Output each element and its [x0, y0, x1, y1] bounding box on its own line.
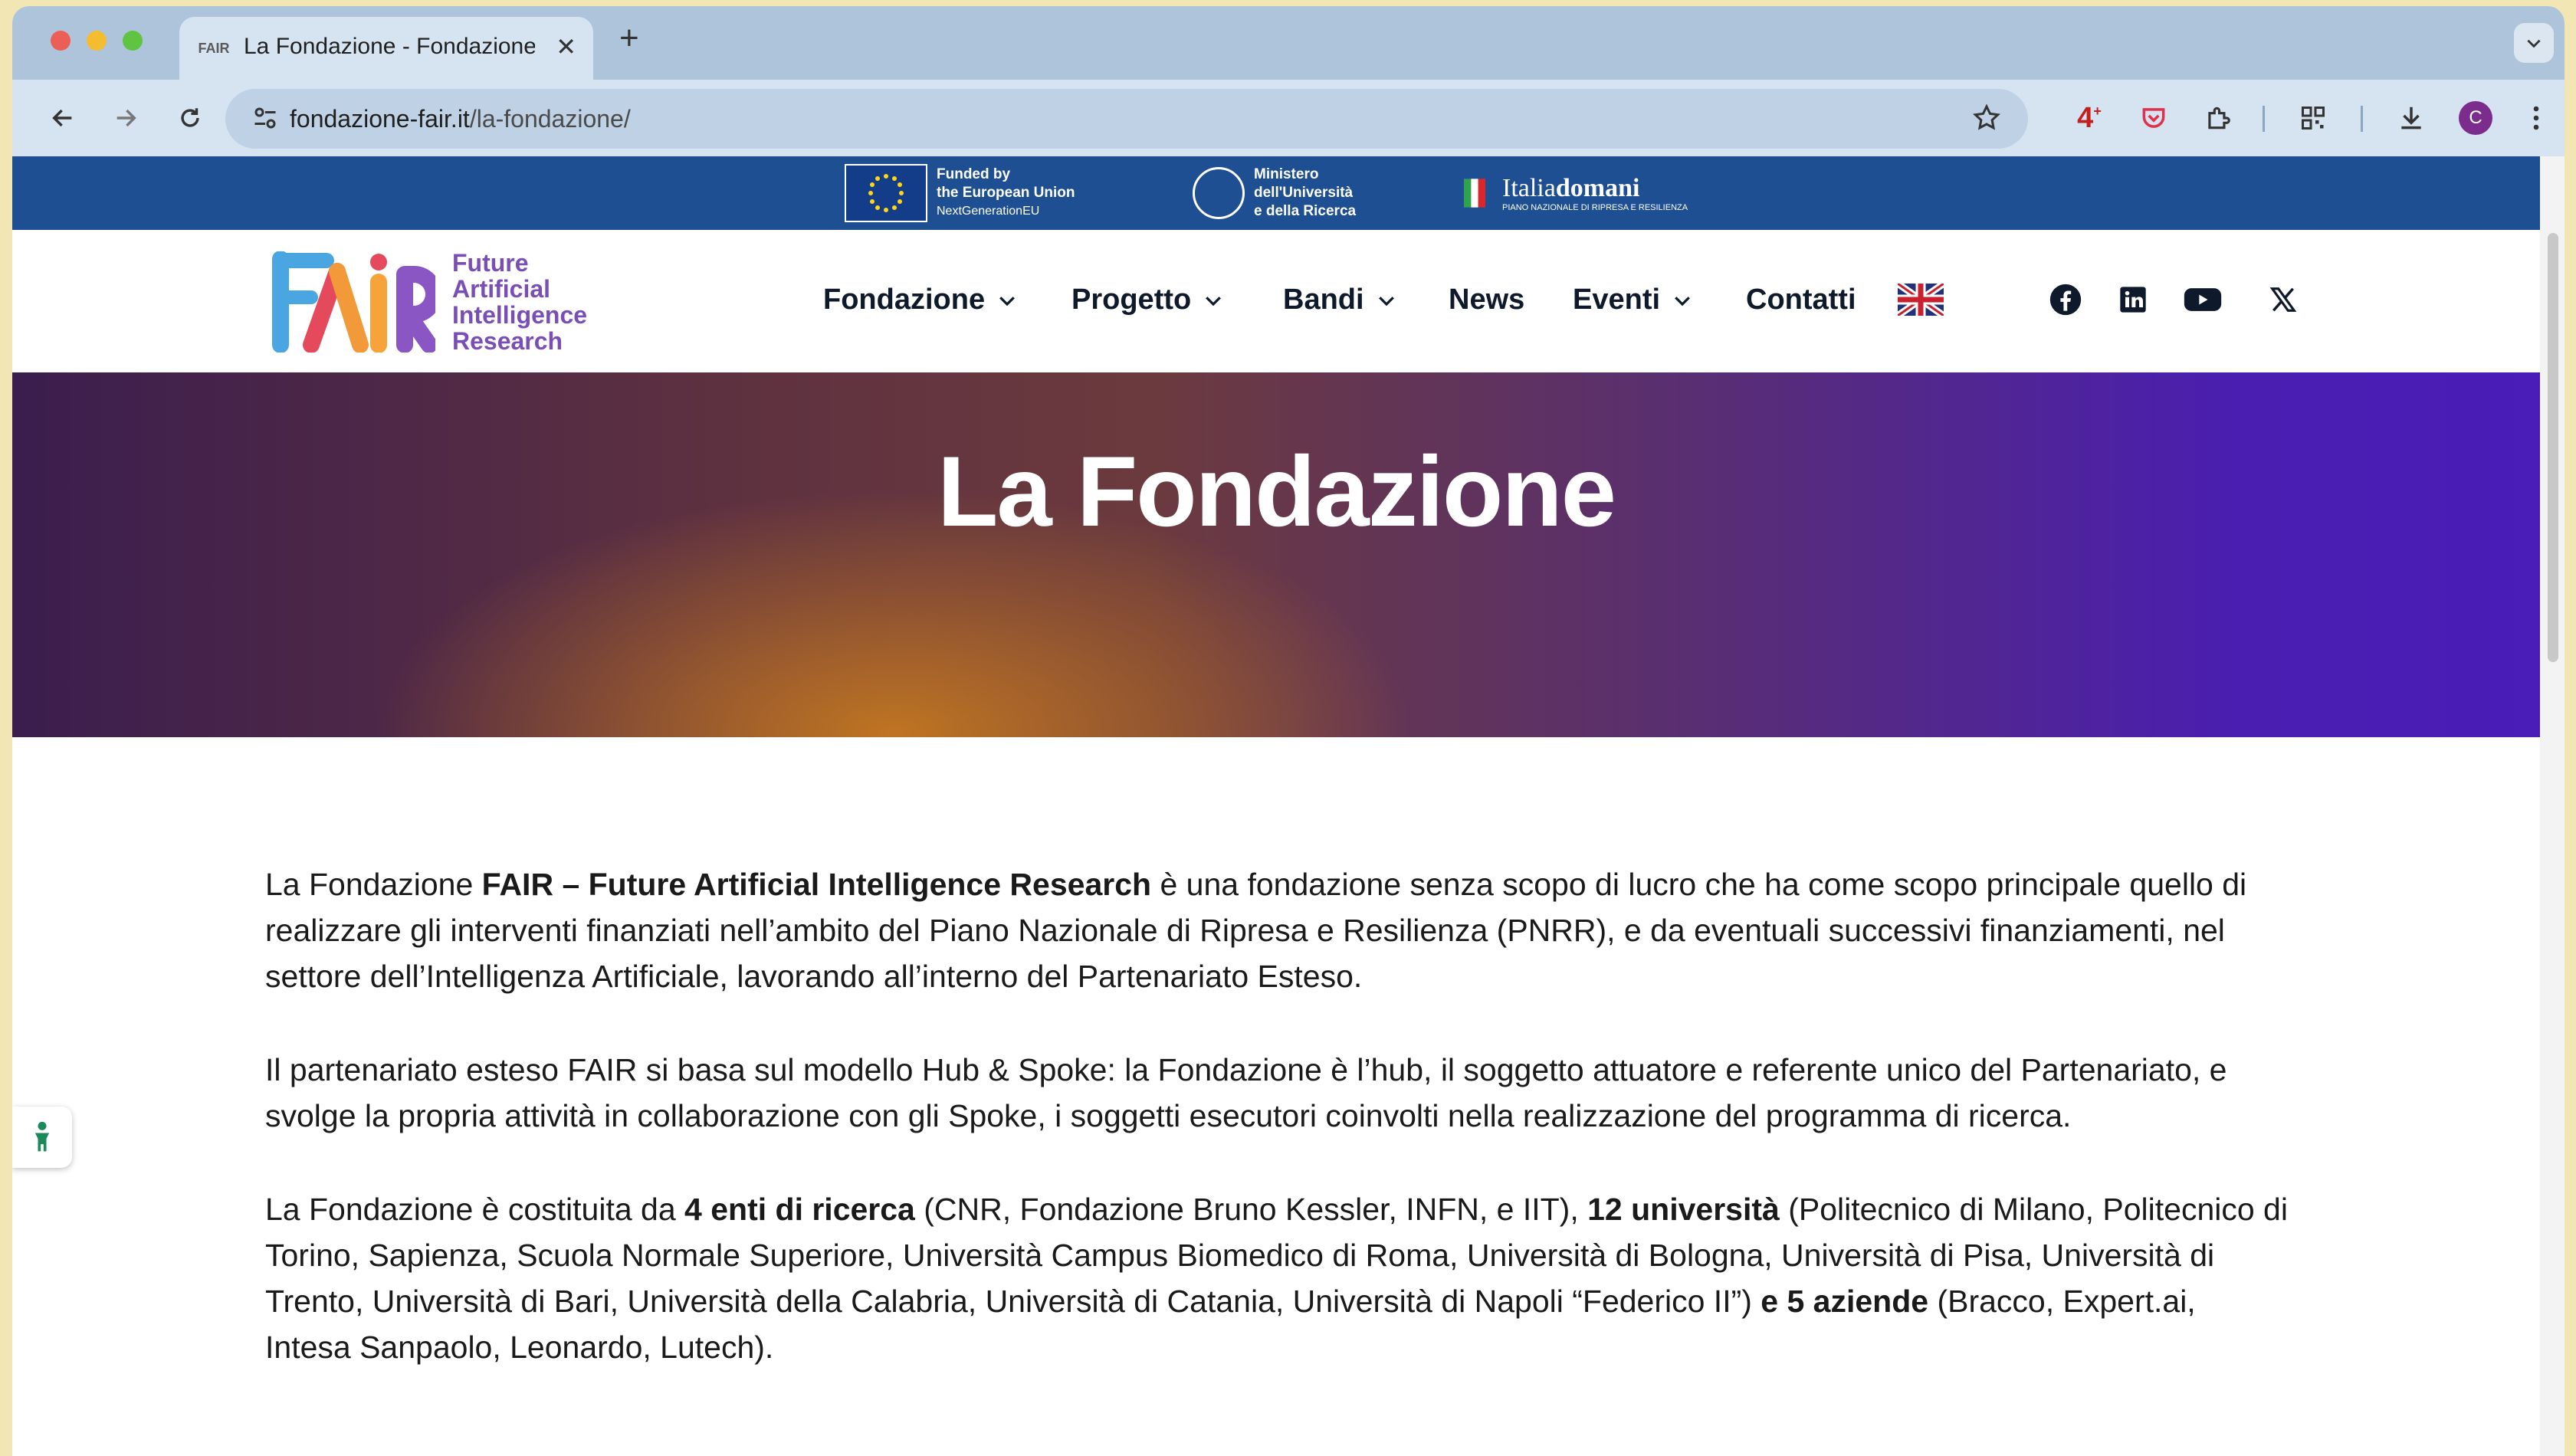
nav-item-label: Eventi — [1573, 284, 1661, 316]
logo-text-line: Research — [452, 327, 563, 355]
mur-text-line: dell'Università — [1254, 185, 1354, 201]
scrollbar-thumb[interactable] — [2548, 233, 2558, 662]
nav-item-label: News — [1449, 284, 1525, 316]
minimize-window-button[interactable] — [87, 31, 107, 51]
text-bold: 4 enti di ricerca — [684, 1192, 915, 1227]
tab-search-button[interactable] — [2514, 23, 2554, 63]
nav-item-progetto[interactable]: Progetto — [1071, 284, 1225, 316]
reload-button[interactable] — [172, 100, 208, 136]
linkedin-icon[interactable] — [2115, 282, 2151, 317]
fair-logo-mark-icon — [265, 251, 442, 353]
english-language-flag-icon[interactable] — [1895, 280, 1946, 319]
fair-logo[interactable]: Future Artificial Intelligence Research — [265, 250, 587, 354]
chevron-down-icon — [1378, 296, 1394, 306]
x-twitter-icon[interactable] — [2266, 282, 2301, 317]
back-button[interactable] — [44, 100, 81, 136]
new-tab-button[interactable]: + — [619, 21, 639, 55]
reload-icon — [181, 108, 199, 127]
forward-button[interactable] — [107, 100, 144, 136]
close-tab-icon[interactable]: ✕ — [556, 32, 576, 61]
text-span: La Fondazione — [265, 867, 482, 902]
page-viewport: Funded by the European Union NextGenerat… — [12, 156, 2540, 1456]
avatar: C — [2459, 101, 2492, 135]
italia-name: Italia — [1502, 174, 1556, 202]
nav-item-label: Contatti — [1746, 284, 1856, 316]
browser-window: FAIR La Fondazione - Fondazione F ✕ + fo… — [12, 6, 2565, 1456]
nav-item-label: Bandi — [1283, 284, 1364, 316]
download-icon[interactable] — [2394, 100, 2428, 136]
eu-flag-icon — [845, 164, 927, 222]
tab-title: La Fondazione - Fondazione F — [244, 34, 535, 59]
site-info-icon[interactable] — [251, 104, 279, 136]
youtube-icon[interactable] — [2181, 282, 2224, 317]
maximize-window-button[interactable] — [123, 31, 143, 51]
nav-item-label: Fondazione — [823, 284, 986, 316]
paragraph-hub-spoke: Il partenariato esteso FAIR si basa sul … — [265, 1052, 2227, 1133]
nav-item-label: Progetto — [1071, 284, 1192, 316]
browser-tab[interactable]: FAIR La Fondazione - Fondazione F ✕ — [179, 17, 593, 80]
chevron-down-icon — [999, 296, 1016, 306]
pocket-icon[interactable] — [2137, 100, 2171, 136]
extension-badge-icon[interactable]: 4 + — [2072, 100, 2106, 136]
toolbar-divider — [2361, 106, 2363, 132]
text-bold: 12 università — [1587, 1192, 1780, 1227]
main-content: La Fondazione FAIR – Future Artificial I… — [265, 861, 2289, 1418]
mur-logo[interactable]: Ministero dell'Università e della Ricerc… — [1193, 164, 1356, 222]
close-window-button[interactable] — [51, 31, 71, 51]
text-bold: FAIR – Future Artificial Intelligence Re… — [481, 867, 1152, 902]
accessibility-icon — [34, 1121, 50, 1152]
address-bar[interactable]: fondazione-fair.it/la-fondazione/ — [225, 89, 2028, 149]
extensions-puzzle-icon[interactable] — [2201, 100, 2235, 136]
profile-avatar-button[interactable]: C — [2459, 100, 2492, 136]
italia-flag-icon — [1464, 179, 1485, 208]
url-domain: fondazione-fair.it — [290, 105, 470, 133]
url-text[interactable]: fondazione-fair.it/la-fondazione/ — [290, 105, 631, 133]
text-bold: e 5 aziende — [1761, 1284, 1929, 1319]
logo-text-line: Future — [452, 249, 529, 277]
arrow-right-icon — [116, 109, 136, 127]
nav-item-bandi[interactable]: Bandi — [1283, 284, 1398, 316]
eu-text-line: the European Union — [937, 185, 1075, 201]
funding-banner: Funded by the European Union NextGenerat… — [12, 156, 2540, 230]
browser-menu-icon[interactable] — [2525, 100, 2548, 136]
eu-text-line: NextGenerationEU — [937, 205, 1040, 218]
site-header: Future Artificial Intelligence Research … — [12, 230, 2540, 372]
chevron-down-icon — [2527, 39, 2541, 48]
bookmark-star-icon[interactable] — [1971, 103, 2002, 137]
nav-item-eventi[interactable]: Eventi — [1573, 284, 1694, 316]
arrow-left-icon — [52, 109, 72, 127]
toolbar-divider — [2263, 106, 2265, 132]
nav-item-contatti[interactable]: Contatti — [1746, 284, 1856, 316]
paragraph-intro: La Fondazione FAIR – Future Artificial I… — [265, 861, 2289, 999]
facebook-icon[interactable] — [2048, 282, 2083, 317]
nav-item-news[interactable]: News — [1449, 284, 1524, 316]
logo-text-line: Intelligence — [452, 301, 588, 329]
logo-text-line: Artificial — [452, 275, 551, 303]
emblem-icon — [1193, 167, 1245, 219]
chevron-down-icon — [1675, 296, 1690, 306]
chevron-down-icon — [1206, 296, 1222, 306]
favicon-icon: FAIR — [198, 40, 230, 56]
italia-domani-logo[interactable]: Italiadomani PIANO NAZIONALE DI RIPRESA … — [1453, 164, 1688, 222]
tab-strip: FAIR La Fondazione - Fondazione F ✕ + — [12, 6, 2565, 80]
italia-subtitle: PIANO NAZIONALE DI RIPRESA E RESILIENZA — [1502, 203, 1688, 212]
eu-funding-logo[interactable]: Funded by the European Union NextGenerat… — [845, 164, 1075, 222]
browser-toolbar: fondazione-fair.it/la-fondazione/ 4 + C — [12, 80, 2565, 156]
text-span: (CNR, Fondazione Bruno Kessler, INFN, e … — [914, 1192, 1588, 1227]
mur-text-line: e della Ricerca — [1254, 203, 1357, 219]
text-span: La Fondazione è costituita da — [265, 1192, 685, 1227]
vertical-scrollbar[interactable] — [2540, 156, 2565, 1456]
qr-code-icon[interactable] — [2296, 100, 2330, 136]
url-path: /la-fondazione/ — [469, 105, 631, 133]
page-title: La Fondazione — [937, 435, 1616, 547]
nav-item-fondazione[interactable]: Fondazione — [823, 284, 1019, 316]
mur-text-line: Ministero — [1254, 166, 1319, 182]
domani-name: domani — [1555, 174, 1640, 202]
hero-banner: La Fondazione — [12, 372, 2540, 737]
paragraph-members: La Fondazione è costituita da 4 enti di … — [265, 1186, 2289, 1370]
accessibility-button[interactable] — [12, 1107, 72, 1168]
eu-text-line: Funded by — [937, 166, 1011, 182]
